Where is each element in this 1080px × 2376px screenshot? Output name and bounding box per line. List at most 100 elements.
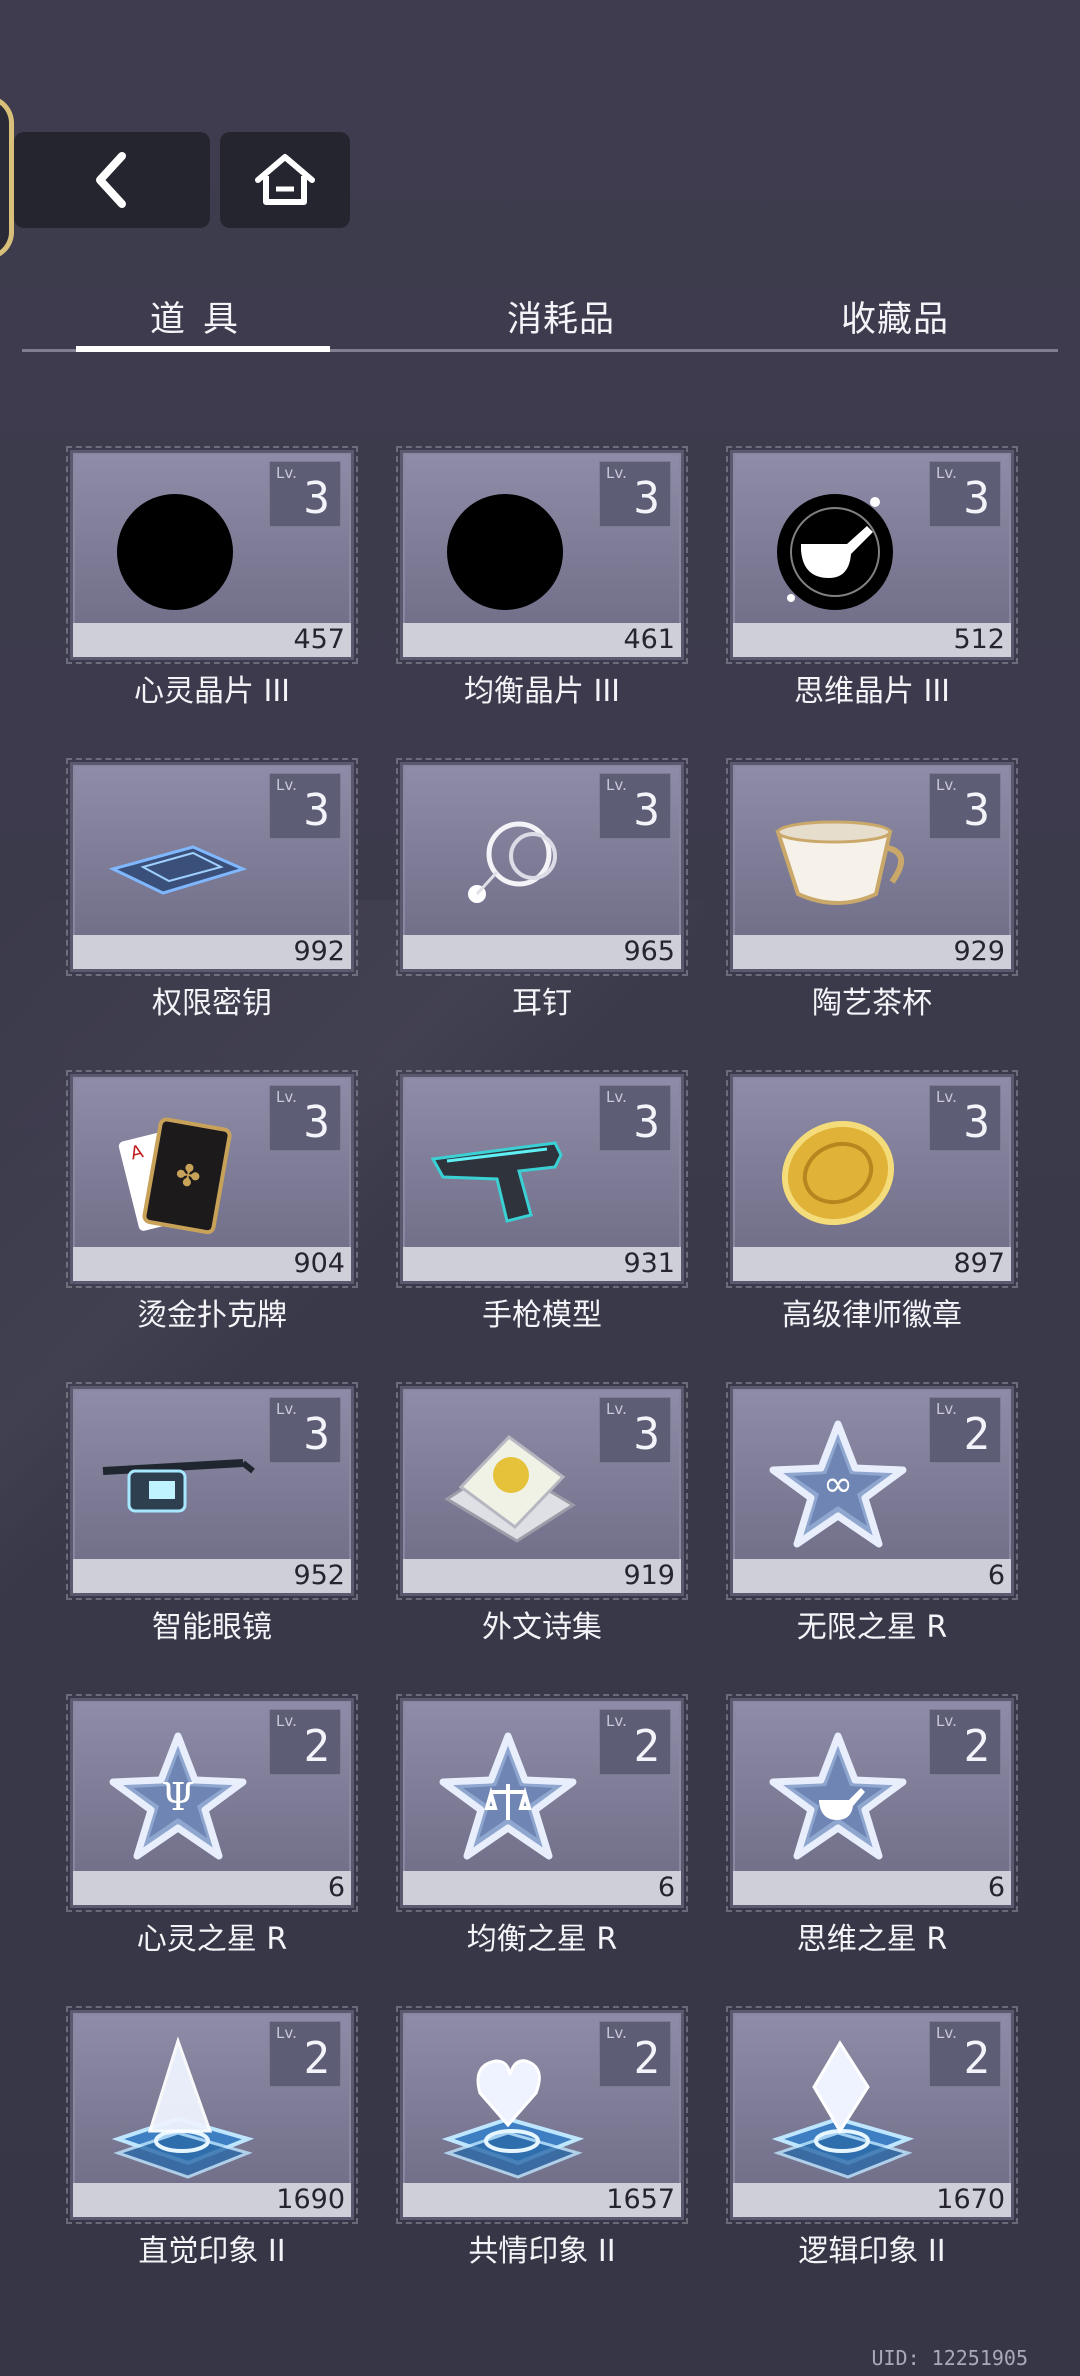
level-value: 2 xyxy=(963,1721,991,1772)
quantity-bar: 897 xyxy=(733,1247,1011,1281)
item-card[interactable]: Ψ" cx="45%" cy="40%" r="60%"> Ψ)" stroke… xyxy=(66,446,358,664)
item-card[interactable]: Lv. 3 931 xyxy=(396,1070,688,1288)
inventory-item[interactable]: A ✤ Lv. 3 904 烫金扑克牌 xyxy=(66,1070,358,1334)
item-card[interactable]: Lv. 3 952 xyxy=(66,1382,358,1600)
user-id: UID: 12251905 xyxy=(871,2346,1028,2370)
background-sheen xyxy=(0,900,710,1800)
item-name: 思维晶片 III xyxy=(793,674,951,709)
level-value: 2 xyxy=(963,1409,991,1460)
inventory-item[interactable]: Lv. 2 1670 逻辑印象 II xyxy=(726,2006,1018,2270)
pipe-star-icon xyxy=(753,1723,923,1873)
quantity-bar: 1670 xyxy=(733,2183,1011,2217)
item-name: 耳钉 xyxy=(512,986,572,1021)
item-card[interactable]: Lv. 3 919 xyxy=(396,1382,688,1600)
item-name: 直觉印象 II xyxy=(138,2234,286,2269)
side-drawer-tab[interactable] xyxy=(0,95,14,260)
item-card[interactable]: " cx="45%" cy="40%" r="60%"> )" stroke="… xyxy=(396,446,688,664)
home-icon xyxy=(255,154,315,205)
item-quantity: 919 xyxy=(623,1560,675,1591)
item-card[interactable]: Lv. 2 6 xyxy=(726,1694,1018,1912)
tab-collectibles[interactable]: 收藏品 xyxy=(740,280,1050,352)
quantity-bar: 512 xyxy=(733,623,1011,657)
level-label: Lv. xyxy=(276,1088,297,1106)
inventory-item[interactable]: Lv. 3 952 智能眼镜 xyxy=(66,1382,358,1646)
item-card[interactable]: Lv. 2 1670 xyxy=(726,2006,1018,2224)
item-quantity: 6 xyxy=(657,1872,675,1903)
item-card[interactable]: ∞ Lv. 2 6 xyxy=(726,1382,1018,1600)
quantity-bar: 965 xyxy=(403,935,681,969)
tab-consumables[interactable]: 消耗品 xyxy=(406,280,716,352)
level-label: Lv. xyxy=(936,776,957,794)
level-value: 3 xyxy=(303,1097,331,1148)
level-badge: Lv. 3 xyxy=(599,461,671,527)
item-card[interactable]: Lv. 3 992 xyxy=(66,758,358,976)
inventory-item[interactable]: Lv. 2 6 思维之星 R xyxy=(726,1694,1018,1958)
inventory-item[interactable]: Lv. 3 897 高级律师徽章 xyxy=(726,1070,1018,1334)
level-label: Lv. xyxy=(606,1088,627,1106)
item-name: 陶艺茶杯 xyxy=(812,986,932,1021)
inventory-item[interactable]: Lv. 3 919 外文诗集 xyxy=(396,1382,688,1646)
inventory-item[interactable]: Lv. 2 6 均衡之星 R xyxy=(396,1694,688,1958)
level-badge: Lv. 3 xyxy=(599,1397,671,1463)
item-card[interactable]: Lv. 3 897 xyxy=(726,1070,1018,1288)
inventory-item[interactable]: Lv. 3 931 手枪模型 xyxy=(396,1070,688,1334)
level-value: 3 xyxy=(633,785,661,836)
inventory-item[interactable]: ∞ Lv. 2 6 无限之星 R xyxy=(726,1382,1018,1646)
svg-text:∞: ∞ xyxy=(823,1464,853,1505)
level-badge: Lv. 2 xyxy=(599,2021,671,2087)
item-card[interactable]: " cx="45%" cy="40%" r="60%"> )" stroke="… xyxy=(726,446,1018,664)
level-label: Lv. xyxy=(276,464,297,482)
item-name: 烫金扑克牌 xyxy=(137,1298,287,1333)
item-quantity: 992 xyxy=(293,936,345,967)
level-value: 2 xyxy=(303,2033,331,2084)
tab-items[interactable]: 道具 xyxy=(76,280,330,352)
item-quantity: 1690 xyxy=(276,2184,345,2215)
inventory-item[interactable]: Lv. 2 1657 共情印象 II xyxy=(396,2006,688,2270)
item-card[interactable]: Lv. 2 1690 xyxy=(66,2006,358,2224)
inventory-item[interactable]: Lv. 3 992 权限密钥 xyxy=(66,758,358,1022)
item-card[interactable]: Lv. 2 6 xyxy=(396,1694,688,1912)
quantity-bar: 457 xyxy=(73,623,351,657)
level-label: Lv. xyxy=(936,464,957,482)
item-card[interactable]: Ψ Lv. 2 6 xyxy=(66,1694,358,1912)
item-card[interactable]: Lv. 3 929 xyxy=(726,758,1018,976)
quantity-bar: 919 xyxy=(403,1559,681,1593)
inventory-item[interactable]: " cx="45%" cy="40%" r="60%"> )" stroke="… xyxy=(726,446,1018,710)
item-quantity: 457 xyxy=(293,624,345,655)
level-label: Lv. xyxy=(936,1400,957,1418)
quantity-bar: 6 xyxy=(403,1871,681,1905)
level-label: Lv. xyxy=(606,1712,627,1730)
earring-icon xyxy=(423,787,593,937)
item-card[interactable]: A ✤ Lv. 3 904 xyxy=(66,1070,358,1288)
level-value: 3 xyxy=(633,473,661,524)
back-button[interactable] xyxy=(14,132,210,228)
level-value: 3 xyxy=(963,785,991,836)
item-name: 共情印象 II xyxy=(468,2234,616,2269)
quantity-bar: 931 xyxy=(403,1247,681,1281)
inventory-item[interactable]: Lv. 3 965 耳钉 xyxy=(396,758,688,1022)
item-quantity: 1657 xyxy=(606,2184,675,2215)
heart-hologram-icon xyxy=(423,2035,593,2185)
quantity-bar: 992 xyxy=(73,935,351,969)
level-value: 2 xyxy=(633,2033,661,2084)
level-badge: Lv. 3 xyxy=(929,461,1001,527)
inventory-item[interactable]: Ψ" cx="45%" cy="40%" r="60%"> Ψ)" stroke… xyxy=(66,446,358,710)
level-value: 3 xyxy=(303,473,331,524)
level-value: 3 xyxy=(303,785,331,836)
home-button[interactable] xyxy=(220,132,350,228)
item-card[interactable]: Lv. 3 965 xyxy=(396,758,688,976)
item-name: 手枪模型 xyxy=(482,1298,602,1333)
inventory-item[interactable]: Lv. 2 1690 直觉印象 II xyxy=(66,2006,358,2270)
item-quantity: 1670 xyxy=(936,2184,1005,2215)
level-value: 3 xyxy=(303,1409,331,1460)
item-card[interactable]: Lv. 2 1657 xyxy=(396,2006,688,2224)
infinity-star-icon: ∞ xyxy=(753,1411,923,1561)
item-quantity: 6 xyxy=(327,1872,345,1903)
inventory-item[interactable]: " cx="45%" cy="40%" r="60%"> )" stroke="… xyxy=(396,446,688,710)
psi-crystal-disc-icon: Ψ" cx="45%" cy="40%" r="60%"> Ψ)" stroke… xyxy=(93,475,263,625)
inventory-item[interactable]: Lv. 3 929 陶艺茶杯 xyxy=(726,758,1018,1022)
quantity-bar: 1690 xyxy=(73,2183,351,2217)
inventory-item[interactable]: Ψ Lv. 2 6 心灵之星 R xyxy=(66,1694,358,1958)
level-label: Lv. xyxy=(606,1400,627,1418)
item-quantity: 6 xyxy=(987,1560,1005,1591)
